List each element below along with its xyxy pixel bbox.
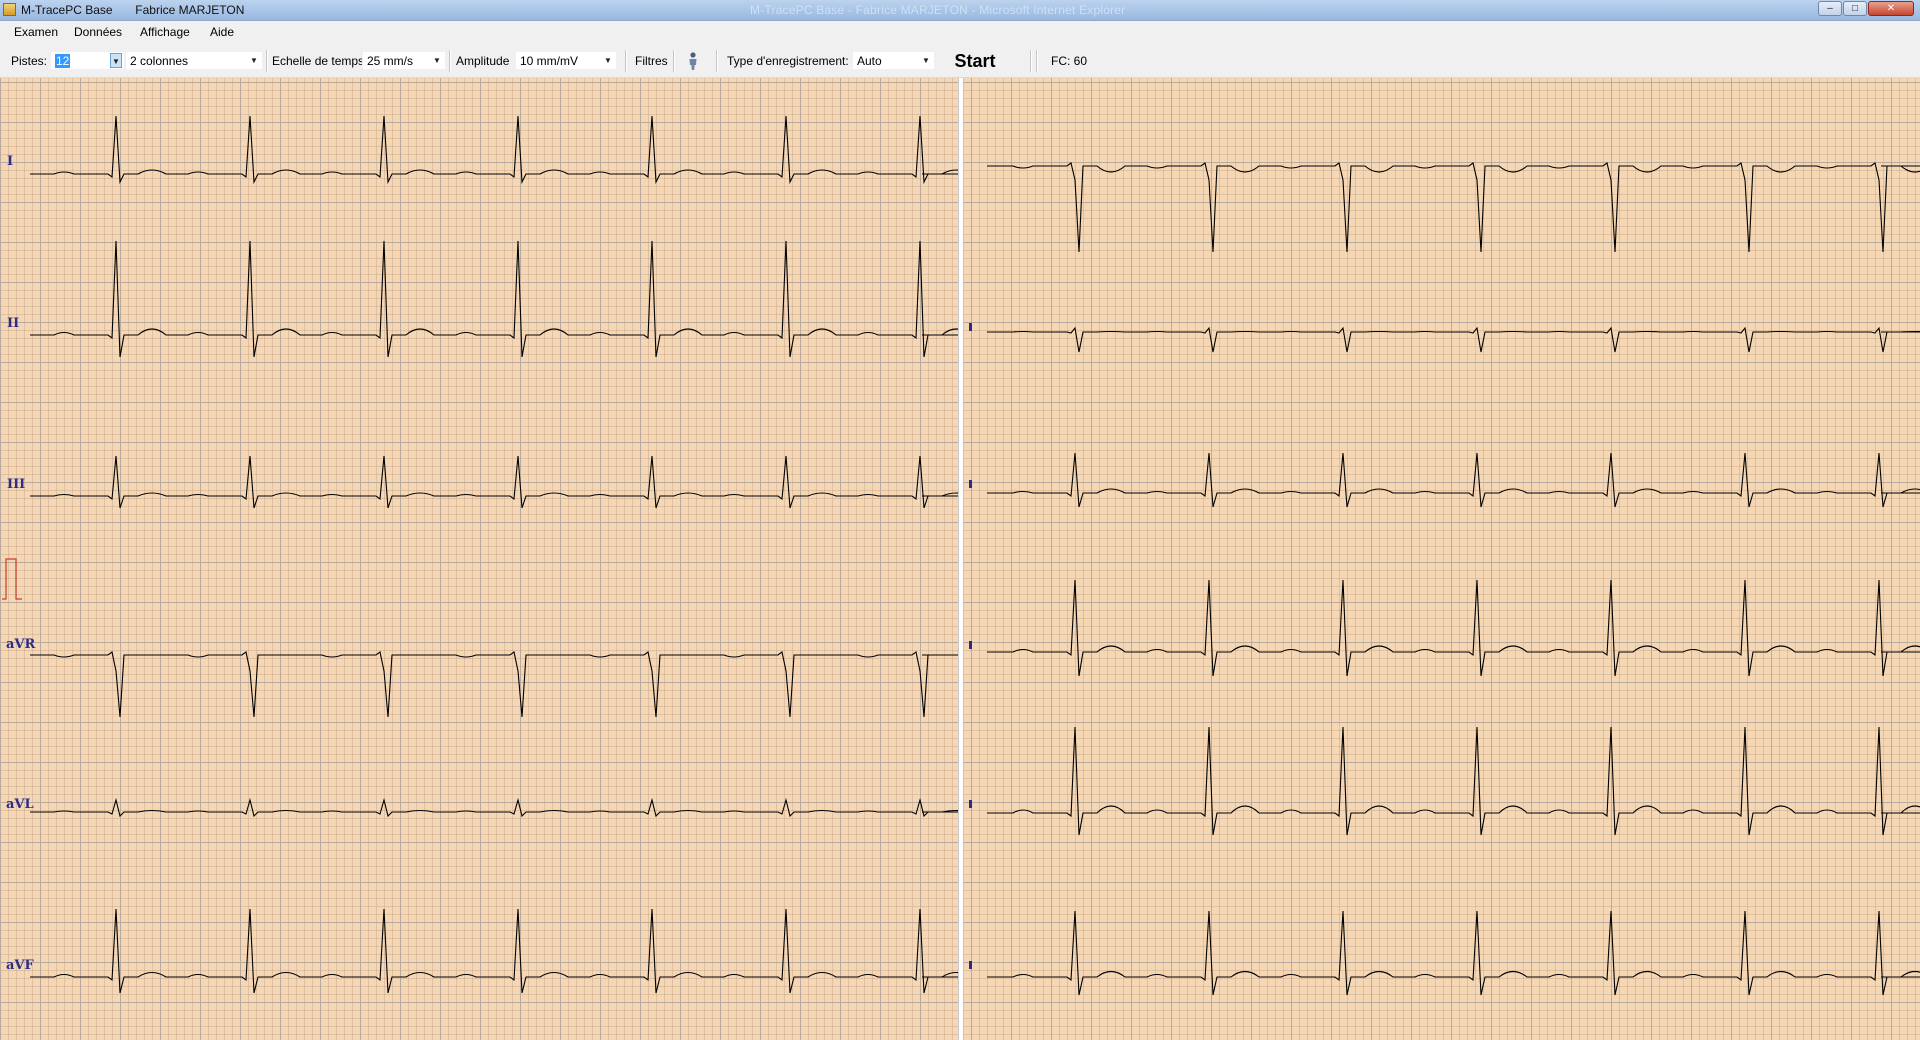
- lead-label-I: I: [7, 154, 14, 169]
- menu-examen[interactable]: Examen: [14, 25, 58, 39]
- toolbar-separator: [449, 50, 451, 72]
- user-name: Fabrice MARJETON: [135, 3, 245, 17]
- toolbar-separator: [266, 50, 268, 72]
- menu-bar: Examen Données Affichage Aide: [0, 21, 1920, 43]
- ecg-trace-left-1: [30, 240, 958, 358]
- type-value: Auto: [857, 54, 882, 68]
- ecg-trace-left-0: [30, 115, 958, 185]
- chevron-down-icon[interactable]: ▼: [110, 53, 122, 68]
- menu-affichage[interactable]: Affichage: [140, 25, 190, 39]
- lead-marker-right: [969, 800, 972, 808]
- colonnes-value: 2 colonnes: [130, 54, 189, 68]
- ecg-trace-right-0: [987, 162, 1920, 253]
- title-bar: M-TracePC Base Fabrice MARJETON M-TraceP…: [0, 0, 1920, 21]
- echelle-value: 25 mm/s: [367, 54, 414, 68]
- ecg-trace-right-2: [987, 452, 1920, 508]
- window-title: M-TracePC Base Fabrice MARJETON: [21, 3, 244, 17]
- toolbar-separator: [716, 50, 718, 72]
- menu-aide[interactable]: Aide: [210, 25, 234, 39]
- filtres-button[interactable]: Filtres: [635, 54, 668, 68]
- lead-label-aVR: aVR: [6, 637, 36, 652]
- echelle-select[interactable]: 25 mm/s ▼: [362, 51, 446, 70]
- type-label: Type d'enregistrement:: [727, 54, 849, 68]
- ecg-trace-right-5: [987, 910, 1920, 996]
- minimize-button[interactable]: –: [1818, 1, 1842, 16]
- person-icon[interactable]: [683, 51, 703, 71]
- calibration-pulse: [2, 558, 22, 600]
- close-button[interactable]: ✕: [1868, 1, 1914, 16]
- lead-marker-right: [969, 323, 972, 331]
- amplitude-label: Amplitude: [456, 54, 510, 68]
- lead-label-aVF: aVF: [6, 958, 34, 973]
- ecg-traces-right: [987, 162, 1920, 996]
- app-icon: [3, 3, 16, 16]
- chevron-down-icon[interactable]: ▼: [248, 53, 260, 68]
- app-name: M-TracePC Base: [21, 3, 113, 17]
- ecg-trace-right-3: [987, 579, 1920, 677]
- toolbar-separator: [673, 50, 675, 72]
- ecg-trace-left-5: [30, 908, 958, 994]
- lead-marker-right: [969, 641, 972, 649]
- lead-label-II: II: [7, 316, 20, 331]
- heart-rate-label: FC: 60: [1051, 54, 1088, 68]
- ecg-panel-left[interactable]: I II III aVR aVL aVF: [0, 78, 958, 1040]
- toolbar-separator: [625, 50, 627, 72]
- type-select[interactable]: Auto ▼: [852, 51, 935, 70]
- ecg-trace-left-3: [30, 651, 958, 718]
- chevron-down-icon[interactable]: ▼: [920, 53, 932, 68]
- toolbar-separator: [1036, 50, 1038, 72]
- ecg-trace-left-4: [30, 797, 958, 818]
- faded-title: M-TracePC Base - Fabrice MARJETON - Micr…: [750, 3, 1126, 17]
- lead-label-III: III: [7, 477, 26, 492]
- lead-marker-right: [969, 480, 972, 488]
- ecg-traces-left: [2, 115, 958, 994]
- pistes-label: Pistes:: [11, 54, 48, 68]
- ecg-trace-left-2: [30, 455, 958, 509]
- menu-donnees[interactable]: Données: [74, 25, 122, 39]
- lead-label-aVL: aVL: [6, 797, 34, 812]
- ecg-display: I II III aVR aVL aVF: [0, 78, 1920, 1040]
- pistes-value: 12: [55, 54, 71, 68]
- toolbar-separator: [1030, 50, 1032, 72]
- amplitude-select[interactable]: 10 mm/mV ▼: [515, 51, 617, 70]
- ecg-trace-right-1: [987, 326, 1920, 353]
- start-button[interactable]: Start: [945, 49, 1005, 73]
- chevron-down-icon[interactable]: ▼: [431, 53, 443, 68]
- lead-marker-right: [969, 961, 972, 969]
- colonnes-select[interactable]: 2 colonnes ▼: [125, 51, 263, 70]
- maximize-button[interactable]: □: [1843, 1, 1867, 16]
- chevron-down-icon[interactable]: ▼: [602, 53, 614, 68]
- amplitude-value: 10 mm/mV: [520, 54, 579, 68]
- pistes-select[interactable]: 12 ▼: [50, 51, 125, 70]
- toolbar: Pistes: 12 ▼ 2 colonnes ▼ Echelle de tem…: [0, 43, 1920, 78]
- ecg-trace-right-4: [987, 726, 1920, 836]
- echelle-label: Echelle de temps: [272, 54, 365, 68]
- ecg-panel-right[interactable]: [963, 78, 1920, 1040]
